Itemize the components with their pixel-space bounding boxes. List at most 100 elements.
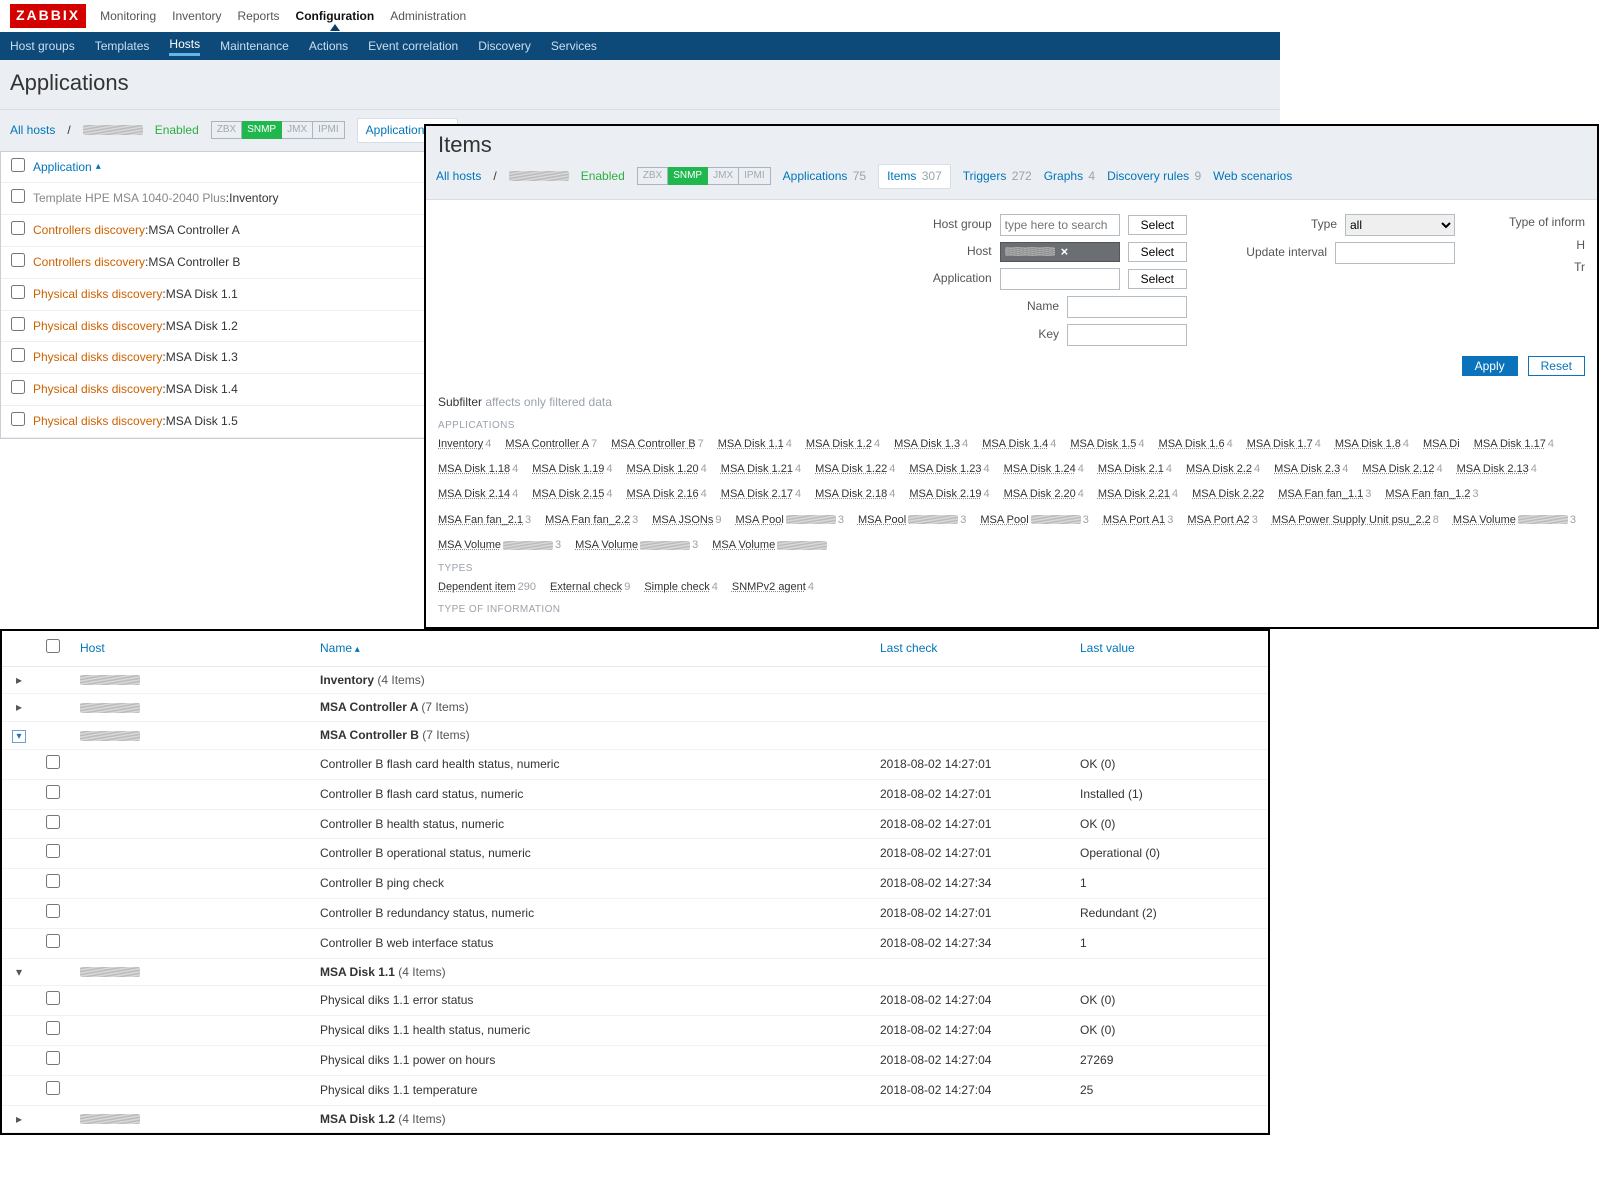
- subfilter-chip[interactable]: Simple check4: [644, 580, 718, 595]
- subfilter-chip[interactable]: MSA Disk 2.194: [909, 487, 989, 502]
- item-checkbox[interactable]: [46, 874, 60, 888]
- latest-select-all[interactable]: [46, 639, 60, 653]
- row-checkbox[interactable]: [11, 221, 25, 235]
- subfilter-chip[interactable]: MSA Disk 2.184: [815, 487, 895, 502]
- row-checkbox[interactable]: [11, 317, 25, 331]
- subfilter-chip[interactable]: MSA Disk 1.74: [1247, 437, 1321, 452]
- subfilter-chip[interactable]: MSA Volume3: [438, 538, 561, 553]
- group-name[interactable]: MSA Controller B (7 Items): [320, 728, 470, 742]
- subnav-item[interactable]: Discovery: [478, 38, 531, 55]
- subfilter-chip[interactable]: MSA Fan fan_2.13: [438, 513, 531, 528]
- crumb-allhosts[interactable]: All hosts: [436, 168, 481, 185]
- subnav-item[interactable]: Maintenance: [220, 38, 289, 55]
- application-name[interactable]: MSA Disk 1.3: [166, 349, 238, 366]
- subfilter-chip[interactable]: MSA Disk 2.124: [1362, 462, 1442, 477]
- subfilter-chip[interactable]: MSA Disk 2.214: [1098, 487, 1178, 502]
- column-application[interactable]: Application ▴: [33, 159, 101, 176]
- crumb-tab[interactable]: Applications 75: [783, 168, 866, 185]
- proto-tag[interactable]: IPMI: [739, 167, 771, 185]
- item-name[interactable]: Controller B operational status, numeric: [310, 839, 870, 869]
- application-source[interactable]: Physical disks discovery: [33, 381, 162, 398]
- item-name[interactable]: Physical diks 1.1 health status, numeric: [310, 1016, 870, 1046]
- host-name[interactable]: [80, 1114, 140, 1124]
- subfilter-chip[interactable]: MSA Fan fan_1.13: [1278, 487, 1371, 502]
- subfilter-chip[interactable]: MSA Disk 1.204: [627, 462, 707, 477]
- col-host[interactable]: Host: [80, 641, 105, 655]
- application-name[interactable]: Inventory: [229, 190, 278, 207]
- application-source[interactable]: Template HPE MSA 1040-2040 Plus: [33, 190, 226, 207]
- proto-tag[interactable]: JMX: [708, 167, 739, 185]
- type-select[interactable]: all: [1345, 214, 1455, 236]
- item-checkbox[interactable]: [46, 844, 60, 858]
- select-all-checkbox[interactable]: [11, 158, 25, 172]
- subfilter-chip[interactable]: MSA Port A13: [1103, 513, 1174, 528]
- item-name[interactable]: Controller B flash card health status, n…: [310, 749, 870, 779]
- proto-tag[interactable]: IPMI: [313, 121, 345, 139]
- expand-caret-icon[interactable]: ▸: [12, 1111, 26, 1128]
- item-name[interactable]: Controller B web interface status: [310, 928, 870, 958]
- row-checkbox[interactable]: [11, 380, 25, 394]
- subnav-item[interactable]: Actions: [309, 38, 348, 55]
- crumb-tab[interactable]: Web scenarios: [1213, 168, 1292, 185]
- subfilter-chip[interactable]: MSA JSONs9: [652, 513, 721, 528]
- proto-tag[interactable]: SNMP: [242, 121, 282, 139]
- subfilter-chip[interactable]: MSA Disk 2.22: [1192, 487, 1264, 502]
- item-checkbox[interactable]: [46, 1081, 60, 1095]
- application-source[interactable]: Physical disks discovery: [33, 286, 162, 303]
- application-name[interactable]: MSA Controller A: [148, 222, 239, 239]
- item-checkbox[interactable]: [46, 904, 60, 918]
- host-pill[interactable]: ×: [1000, 242, 1120, 262]
- subfilter-chip[interactable]: MSA Disk 2.134: [1457, 462, 1537, 477]
- row-checkbox[interactable]: [11, 348, 25, 362]
- subfilter-chip[interactable]: MSA Controller B7: [611, 437, 704, 452]
- topnav-item[interactable]: Inventory: [172, 9, 221, 23]
- subfilter-chip[interactable]: MSA Disk 1.24: [806, 437, 880, 452]
- item-checkbox[interactable]: [46, 1051, 60, 1065]
- group-name[interactable]: Inventory (4 Items): [320, 673, 425, 687]
- proto-tag[interactable]: ZBX: [211, 121, 242, 139]
- subnav-item[interactable]: Services: [551, 38, 597, 55]
- crumb-tab[interactable]: Graphs 4: [1044, 168, 1095, 185]
- subfilter-chip[interactable]: MSA Disk 1.64: [1159, 437, 1233, 452]
- item-name[interactable]: Controller B ping check: [310, 869, 870, 899]
- group-name[interactable]: MSA Controller A (7 Items): [320, 700, 469, 714]
- subnav-item[interactable]: Host groups: [10, 38, 75, 55]
- row-checkbox[interactable]: [11, 253, 25, 267]
- reset-button[interactable]: Reset: [1528, 356, 1585, 376]
- subfilter-chip[interactable]: MSA Disk 2.14: [1098, 462, 1172, 477]
- subfilter-chip[interactable]: Inventory4: [438, 437, 491, 452]
- application-name[interactable]: MSA Disk 1.2: [166, 318, 238, 335]
- item-checkbox[interactable]: [46, 815, 60, 829]
- crumb-allhosts[interactable]: All hosts: [10, 122, 55, 139]
- subfilter-chip[interactable]: MSA Disk 2.164: [627, 487, 707, 502]
- expand-caret-icon[interactable]: ▾: [12, 730, 26, 743]
- subfilter-chip[interactable]: MSA Disk 1.244: [1004, 462, 1084, 477]
- proto-tag[interactable]: ZBX: [637, 167, 668, 185]
- topnav-item[interactable]: Monitoring: [100, 9, 156, 23]
- item-checkbox[interactable]: [46, 785, 60, 799]
- row-checkbox[interactable]: [11, 189, 25, 203]
- subfilter-chip[interactable]: MSA Disk 1.234: [909, 462, 989, 477]
- item-checkbox[interactable]: [46, 755, 60, 769]
- key-input[interactable]: [1067, 324, 1187, 346]
- subfilter-chip[interactable]: MSA Disk 1.54: [1070, 437, 1144, 452]
- subfilter-chip[interactable]: MSA Port A23: [1187, 513, 1258, 528]
- item-name[interactable]: Controller B redundancy status, numeric: [310, 898, 870, 928]
- application-source[interactable]: Controllers discovery: [33, 254, 145, 271]
- name-input[interactable]: [1067, 296, 1187, 318]
- group-name[interactable]: MSA Disk 1.2 (4 Items): [320, 1112, 446, 1126]
- crumb-tab[interactable]: Triggers 272: [963, 168, 1032, 185]
- subfilter-chip[interactable]: MSA Power Supply Unit psu_2.28: [1272, 513, 1439, 528]
- proto-tag[interactable]: SNMP: [668, 167, 708, 185]
- subfilter-chip[interactable]: MSA Disk 1.34: [894, 437, 968, 452]
- subfilter-chip[interactable]: MSA Pool3: [858, 513, 966, 528]
- expand-caret-icon[interactable]: ▸: [12, 672, 26, 689]
- subfilter-chip[interactable]: MSA Disk 1.184: [438, 462, 518, 477]
- subfilter-chip[interactable]: MSA Disk 1.224: [815, 462, 895, 477]
- application-source[interactable]: Physical disks discovery: [33, 318, 162, 335]
- item-name[interactable]: Controller B flash card status, numeric: [310, 779, 870, 809]
- application-source[interactable]: Physical disks discovery: [33, 413, 162, 430]
- application-select-button[interactable]: Select: [1128, 269, 1187, 289]
- expand-caret-icon[interactable]: ▾: [12, 964, 26, 981]
- application-name[interactable]: MSA Controller B: [148, 254, 240, 271]
